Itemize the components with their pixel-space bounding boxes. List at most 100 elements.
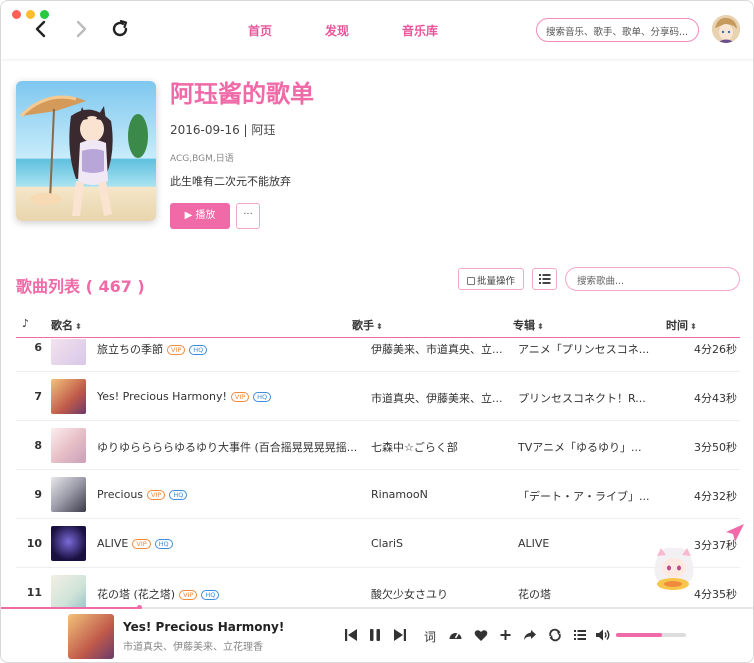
header-time[interactable]: 时间 ⬍ — [666, 317, 697, 333]
album-cell[interactable]: 花の塔 — [518, 586, 653, 602]
next-icon[interactable] — [393, 627, 407, 643]
album-thumbnail — [51, 339, 86, 365]
song-name-cell[interactable]: Yes! Precious Harmony! VIP HQ — [97, 390, 347, 403]
sort-icon: ⬍ — [376, 322, 383, 331]
artist-cell[interactable]: 七森中☆ごらく部 — [371, 439, 506, 455]
now-playing-cover[interactable] — [68, 614, 114, 659]
playlist-tags: ACG,BGM,日语 — [170, 154, 234, 164]
repeat-icon[interactable] — [548, 627, 562, 643]
song-name: 旅立ちの季節 — [97, 343, 163, 356]
album-cell[interactable]: TVアニメ「ゆるゆり」... — [518, 439, 653, 455]
list-icon — [539, 274, 551, 284]
table-row[interactable]: 6 旅立ちの季節 VIP HQ 伊藤美来、市道真央、立... アニメ「プリンセスコネ… — [16, 339, 740, 372]
batch-operation-label: 批量操作 — [477, 276, 516, 287]
hq-badge: HQ — [154, 539, 173, 549]
duration-cell: 4分43秒 — [694, 392, 737, 405]
song-name-cell[interactable]: 旅立ちの季節 VIP HQ — [97, 341, 347, 357]
playlist-description: 此生唯有二次元不能放弃 — [170, 175, 291, 188]
table-row[interactable]: 11 花の塔 (花之塔) VIP HQ 酸欠少女さユり 花の塔 4分35秒 — [16, 568, 740, 607]
header-album[interactable]: 专辑 ⬍ — [513, 317, 544, 333]
table-row[interactable]: 8 ゆりゆららららゆるゆり大事件 (百合摇晃晃晃晃摇... 七森中☆ごらく部 T… — [16, 421, 740, 470]
nav-discover[interactable]: 发现 — [325, 22, 349, 39]
table-row[interactable]: 9 Precious VIP HQ RinamooN 「デート・ア・ライブ」... … — [16, 470, 740, 519]
speedometer-icon[interactable] — [448, 627, 463, 643]
song-name[interactable]: ゆりゆららららゆるゆり大事件 (百合摇晃晃晃晃摇... — [97, 439, 367, 455]
batch-operation-button[interactable]: 批量操作 — [458, 268, 524, 290]
album-thumbnail — [51, 477, 86, 512]
table-row[interactable]: 7 Yes! Precious Harmony! VIP HQ 市道真央、伊藤美来、… — [16, 372, 740, 421]
album-thumbnail — [51, 428, 86, 463]
nav-home[interactable]: 首页 — [248, 22, 272, 39]
header-artist[interactable]: 歌手 ⬍ — [352, 317, 383, 333]
forward-icon[interactable] — [70, 18, 92, 40]
table-row[interactable]: 10 ALIVE VIP HQ ClariS ALIVE 3分37秒 — [16, 519, 740, 568]
playlist-icon[interactable] — [573, 627, 587, 643]
vip-badge: VIP — [179, 590, 198, 600]
checkbox-icon — [467, 277, 475, 285]
album-thumbnail — [51, 526, 86, 561]
nav-library[interactable]: 音乐库 — [402, 22, 438, 39]
row-number: 9 — [34, 488, 42, 501]
player-bar: Yes! Precious Harmony! 市道真央、伊藤美来、立花理香 词 — [1, 609, 753, 662]
row-number: 8 — [34, 439, 42, 452]
vip-badge: VIP — [167, 345, 186, 355]
pause-icon[interactable] — [368, 627, 382, 643]
duration-cell: 4分26秒 — [694, 343, 737, 356]
artist-cell[interactable]: 酸欠少女さユり — [371, 586, 506, 602]
pointer-cursor-icon — [726, 524, 744, 542]
row-number: 11 — [26, 586, 42, 599]
hq-badge: HQ — [253, 392, 272, 402]
share-icon[interactable] — [523, 627, 537, 643]
volume-icon[interactable] — [595, 627, 611, 643]
header-album-label: 专辑 — [513, 319, 535, 332]
add-icon[interactable] — [499, 627, 512, 643]
vip-badge: VIP — [147, 490, 166, 500]
more-options-button[interactable]: ··· — [236, 203, 260, 229]
header-note: ♪ — [22, 317, 30, 330]
now-playing-title: Yes! Precious Harmony! — [123, 620, 285, 634]
playlist-title: 阿珏酱的歌单 — [170, 80, 314, 108]
song-name: ALIVE — [97, 537, 129, 550]
close-window-button[interactable] — [12, 10, 21, 19]
hq-badge: HQ — [189, 345, 208, 355]
artist-cell[interactable]: RinamooN — [371, 488, 506, 501]
row-number: 6 — [34, 341, 42, 354]
album-cell[interactable]: プリンセスコネクト！R... — [518, 390, 653, 406]
sort-icon: ⬍ — [75, 322, 82, 331]
back-icon[interactable] — [31, 18, 53, 40]
volume-slider[interactable] — [616, 633, 686, 637]
previous-icon[interactable] — [344, 627, 358, 643]
heart-icon[interactable] — [474, 627, 488, 643]
mascot-icon[interactable] — [649, 546, 699, 591]
header-name-label: 歌名 — [51, 319, 73, 332]
refresh-icon[interactable] — [109, 18, 131, 40]
song-name-cell[interactable]: ALIVE VIP HQ — [97, 537, 347, 550]
top-bar: 首页 发现 音乐库 搜索音乐、歌手、歌单、分享码... — [1, 1, 753, 59]
table-header: ♪ 歌名 ⬍ 歌手 ⬍ 专辑 ⬍ 时间 ⬍ — [16, 311, 740, 338]
album-cell[interactable]: アニメ「プリンセスコネ... — [518, 341, 653, 357]
play-all-button[interactable]: ▶ 播放 — [170, 203, 230, 229]
artist-cell[interactable]: 伊藤美来、市道真央、立... — [371, 341, 506, 357]
app-window: 首页 发现 音乐库 搜索音乐、歌手、歌单、分享码... 阿珏酱的歌单 2016-… — [0, 0, 754, 663]
artist-cell[interactable]: 市道真央、伊藤美来、立... — [371, 390, 506, 406]
song-name: Precious — [97, 488, 144, 501]
song-name-cell[interactable]: Precious VIP HQ — [97, 488, 347, 501]
album-cell[interactable]: ALIVE — [518, 537, 653, 550]
lyrics-button[interactable]: 词 — [424, 628, 436, 644]
song-list-title: 歌曲列表 ( 467 ) — [16, 277, 145, 296]
user-avatar[interactable] — [712, 15, 740, 43]
song-name-cell[interactable]: 花の塔 (花之塔) VIP HQ — [97, 586, 347, 602]
song-table: 6 旅立ちの季節 VIP HQ 伊藤美来、市道真央、立... アニメ「プリンセスコネ… — [16, 339, 740, 607]
global-search-input[interactable]: 搜索音乐、歌手、歌单、分享码... — [536, 18, 699, 42]
album-thumbnail — [51, 575, 86, 607]
header-name[interactable]: 歌名 ⬍ — [51, 317, 82, 333]
header-time-label: 时间 — [666, 319, 688, 332]
list-view-button[interactable] — [532, 268, 557, 290]
duration-cell: 3分50秒 — [694, 441, 737, 454]
song-search-input[interactable]: 搜索歌曲... — [565, 267, 740, 291]
song-name: Yes! Precious Harmony! — [97, 390, 227, 403]
row-number: 10 — [26, 537, 42, 550]
album-cell[interactable]: 「デート・ア・ライブ」... — [518, 488, 653, 504]
artist-cell[interactable]: ClariS — [371, 537, 506, 550]
song-name: 花の塔 (花之塔) — [97, 588, 176, 601]
